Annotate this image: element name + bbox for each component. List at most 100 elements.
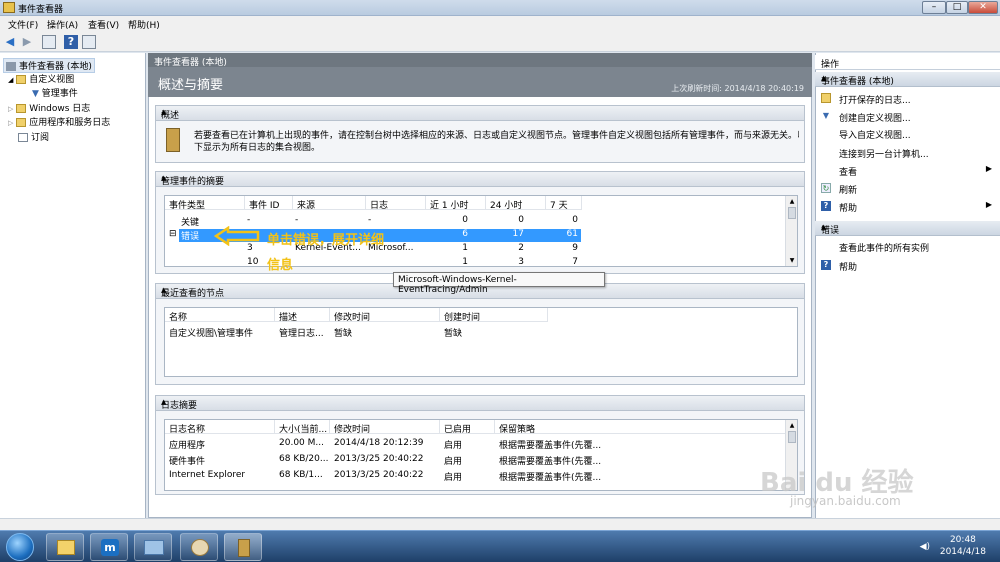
column-header[interactable]: 已启用 — [440, 420, 495, 435]
action-view-all-instances[interactable]: 查看此事件的所有实例 — [815, 238, 1000, 254]
column-header[interactable]: 日志名称 — [165, 420, 275, 435]
taskbar-maxthon-icon[interactable]: m — [90, 533, 128, 561]
column-header[interactable]: 事件 ID — [245, 196, 293, 211]
column-header[interactable]: 日志 — [366, 196, 426, 211]
cell-log-name[interactable]: 硬件事件 — [169, 454, 205, 467]
clock[interactable]: 20:48 2014/4/18 — [940, 534, 986, 558]
column-header[interactable]: 近 1 小时 — [426, 196, 486, 211]
column-header[interactable]: 来源 — [293, 196, 366, 211]
action-help[interactable]: ? 帮助 ▶ — [815, 198, 1000, 214]
column-header[interactable]: 大小(当前... — [275, 420, 330, 435]
overview-banner: 概述与摘要 上次刷新时间: 2014/4/18 20:40:19 — [148, 67, 812, 97]
cell-size: 68 KB/20... — [279, 454, 329, 464]
help-icon[interactable]: ? — [64, 35, 78, 49]
actions-group-header[interactable]: 错误 ▲ — [815, 221, 1000, 236]
overview-text-line2: 下显示为所有日志的集合视图。 — [194, 143, 321, 153]
start-button[interactable] — [6, 533, 34, 561]
vertical-scrollbar[interactable]: ▲ ▼ — [785, 196, 797, 266]
column-header[interactable]: 描述 — [275, 308, 330, 323]
collapse-icon[interactable]: ▲ — [161, 108, 799, 116]
scroll-thumb[interactable] — [788, 431, 796, 443]
submenu-arrow-icon: ▶ — [985, 164, 992, 173]
close-button[interactable]: ✕ — [968, 1, 998, 14]
expand-arrow-icon[interactable]: ◢ — [8, 76, 13, 84]
tree-item-admin-events[interactable]: ▼ 管理事件 — [32, 86, 78, 99]
taskbar-event-viewer-icon[interactable] — [224, 533, 262, 561]
taskbar-explorer-icon[interactable] — [46, 533, 84, 561]
column-header[interactable]: 事件类型 — [165, 196, 245, 211]
status-bar — [0, 518, 1000, 530]
cell-24h: 3 — [518, 257, 524, 265]
show-hide-tree-icon[interactable] — [42, 35, 56, 49]
folder-icon — [16, 75, 27, 84]
expand-arrow-icon[interactable]: ▷ — [8, 119, 13, 127]
back-arrow-icon[interactable]: ◀ — [3, 35, 17, 49]
cell-1h: 1 — [462, 257, 468, 265]
event-viewer-app-icon — [3, 2, 15, 13]
scroll-up-icon[interactable]: ▲ — [787, 197, 797, 206]
cell-1h: 0 — [462, 215, 468, 225]
forward-arrow-icon[interactable]: ▶ — [20, 35, 34, 49]
maximize-button[interactable]: □ — [946, 1, 968, 14]
taskbar-paint-icon[interactable] — [180, 533, 218, 561]
column-header[interactable]: 名称 — [165, 308, 275, 323]
column-header[interactable]: 保留策略 — [495, 420, 787, 435]
cell-created: 暂缺 — [444, 329, 463, 339]
action-open-saved-log[interactable]: 打开保存的日志... — [815, 90, 1000, 106]
subscription-icon — [18, 133, 28, 142]
admin-events-summary-section: 管理事件的摘要 ▲ 事件类型 事件 ID 来源 日志 近 1 小时 24 小时 … — [155, 171, 805, 274]
log-summary-header[interactable]: 日志摘要 ▲ — [156, 396, 804, 411]
menu-action[interactable]: 操作(A) — [47, 18, 78, 31]
minimize-button[interactable]: – — [922, 1, 946, 14]
cell-1h: 1 — [462, 243, 468, 253]
expand-arrow-icon[interactable]: ▷ — [8, 105, 13, 113]
column-header[interactable]: 7 天 — [546, 196, 582, 211]
collapse-icon[interactable]: ▲ — [821, 74, 994, 82]
scroll-down-icon[interactable]: ▼ — [787, 256, 797, 265]
collapse-icon[interactable]: ▲ — [161, 398, 799, 406]
cell-modified: 2013/3/25 20:40:22 — [334, 454, 424, 464]
tree-item-root[interactable]: 事件查看器 (本地) — [3, 58, 95, 73]
cell-policy: 根据需要覆盖事件(先覆... — [499, 441, 602, 451]
cell-size: 68 KB/1... — [279, 470, 323, 480]
cell-24h: 2 — [518, 243, 524, 253]
tree-item-custom-views[interactable]: ◢ 自定义视图 — [8, 72, 74, 85]
scroll-up-icon[interactable]: ▲ — [787, 421, 797, 430]
taskbar-control-panel-icon[interactable] — [134, 533, 172, 561]
action-import-custom-view[interactable]: 导入自定义视图... — [815, 125, 1000, 141]
tree-item-app-service-logs[interactable]: ▷ 应用程序和服务日志 — [8, 115, 110, 128]
menu-view[interactable]: 查看(V) — [88, 18, 119, 31]
expand-icon[interactable]: ⊟ — [169, 229, 177, 239]
column-header[interactable]: 修改时间 — [330, 308, 440, 323]
scroll-thumb[interactable] — [788, 207, 796, 219]
cell-7d: 7 — [572, 257, 578, 265]
column-header[interactable]: 修改时间 — [330, 420, 440, 435]
cell-log-name[interactable]: Internet Explorer — [169, 470, 245, 480]
admin-summary-header[interactable]: 管理事件的摘要 ▲ — [156, 172, 804, 187]
action-help-error[interactable]: ? 帮助 — [815, 257, 1000, 273]
volume-icon[interactable]: ◀) — [920, 542, 930, 552]
annotation-text-line2: 信息 — [267, 258, 294, 273]
overview-section-header[interactable]: 概述 ▲ — [156, 106, 804, 121]
column-header[interactable]: 创建时间 — [440, 308, 548, 323]
action-view[interactable]: 查看 ▶ — [815, 162, 1000, 178]
action-refresh[interactable]: ↻ 刷新 — [815, 180, 1000, 196]
menu-help[interactable]: 帮助(H) — [128, 18, 160, 31]
tree-item-windows-logs[interactable]: ▷ Windows 日志 — [8, 101, 90, 114]
cell-name[interactable]: 自定义视图\管理事件 — [169, 326, 253, 339]
column-header[interactable]: 24 小时 — [486, 196, 546, 211]
action-connect-computer[interactable]: 连接到另一台计算机... — [815, 144, 1000, 160]
cell-log: - — [368, 215, 372, 225]
actions-group-header[interactable]: 事件查看器 (本地) ▲ — [815, 72, 1000, 87]
collapse-icon[interactable]: ▲ — [161, 174, 799, 182]
cell-log-name[interactable]: 应用程序 — [169, 438, 205, 451]
menu-file[interactable]: 文件(F) — [8, 18, 38, 31]
tree-item-subscriptions[interactable]: 订阅 — [18, 130, 49, 143]
cell-size: 20.00 M... — [279, 438, 324, 448]
action-create-custom-view[interactable]: ▼ 创建自定义视图... — [815, 108, 1000, 124]
collapse-icon[interactable]: ▲ — [821, 223, 994, 231]
show-hide-action-pane-icon[interactable] — [82, 35, 96, 49]
center-pane-header: 事件查看器 (本地) — [148, 53, 812, 68]
filter-icon: ▼ — [822, 111, 830, 120]
toolbar: ◀ ▶ ? — [0, 32, 1000, 52]
